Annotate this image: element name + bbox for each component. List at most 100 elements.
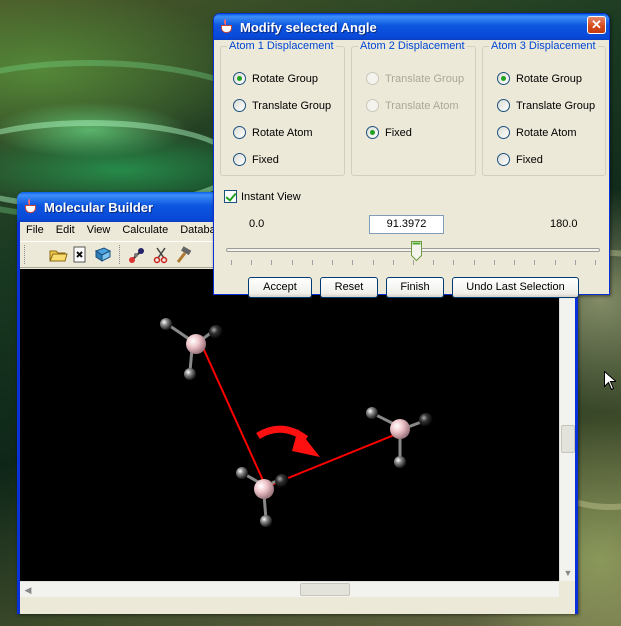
- instant-view-checkbox[interactable]: [224, 190, 237, 203]
- close-button[interactable]: ✕: [587, 16, 606, 34]
- hammer-icon[interactable]: [174, 245, 194, 265]
- atom1-rotate-atom-label: Rotate Atom: [252, 126, 313, 139]
- atom1-fixed-radio[interactable]: [233, 153, 246, 166]
- slider-tick: [372, 260, 374, 265]
- menu-calculate[interactable]: Calculate: [116, 222, 174, 241]
- atom3-fixed-radio[interactable]: [497, 153, 510, 166]
- horizontal-scroll-thumb[interactable]: [300, 583, 350, 596]
- atom1-group-title: Atom 1 Displacement: [227, 40, 336, 52]
- atom1-translate-group-option[interactable]: Translate Group: [233, 99, 331, 112]
- atom3-rotate-atom-radio[interactable]: [497, 126, 510, 139]
- slider-tick: [453, 260, 455, 265]
- molecule-canvas[interactable]: [20, 269, 559, 581]
- molecule-icon[interactable]: [127, 245, 147, 265]
- slider-tick: [251, 260, 253, 265]
- atom1-fixed-option[interactable]: Fixed: [233, 153, 279, 166]
- slider-tick: [514, 260, 516, 265]
- atom3-displacement-group: Atom 3 Displacement Rotate Group Transla…: [482, 40, 606, 176]
- angle-slider-thumb[interactable]: [410, 241, 422, 262]
- window-title: Molecular Builder: [44, 199, 154, 215]
- atom2-translate-group-label: Translate Group: [385, 72, 465, 85]
- dialog-title: Modify selected Angle: [240, 19, 377, 35]
- toolbar-separator: [119, 245, 122, 264]
- horizontal-scrollbar[interactable]: ◀: [20, 581, 559, 597]
- atom1-translate-group-label: Translate Group: [252, 99, 332, 112]
- atom2-translate-group-option: Translate Group: [366, 72, 464, 85]
- menu-view[interactable]: View: [81, 222, 117, 241]
- modify-angle-dialog: Modify selected Angle ✕ Atom 1 Displacem…: [213, 13, 610, 298]
- accept-button[interactable]: Accept: [248, 277, 312, 298]
- scissors-icon[interactable]: [151, 245, 171, 265]
- dialog-body: Atom 1 Displacement Rotate Group Transla…: [217, 40, 606, 298]
- vertical-scrollbar[interactable]: ▼: [559, 269, 575, 581]
- dialog-titlebar[interactable]: Modify selected Angle ✕: [214, 14, 609, 40]
- atom2-fixed-radio[interactable]: [366, 126, 379, 139]
- slider-tick: [271, 260, 273, 265]
- menu-edit[interactable]: Edit: [50, 222, 81, 241]
- slider-max-label: 180.0: [550, 218, 578, 230]
- undo-last-selection-button[interactable]: Undo Last Selection: [452, 277, 579, 298]
- menu-file[interactable]: File: [20, 222, 50, 241]
- slider-tick: [574, 260, 576, 265]
- reset-button[interactable]: Reset: [320, 277, 378, 298]
- instant-view-option[interactable]: Instant View: [224, 190, 301, 203]
- slider-tick: [291, 260, 293, 265]
- atom3-fixed-label: Fixed: [516, 153, 543, 166]
- slider-tick: [311, 260, 313, 265]
- atom2-translate-atom-label: Translate Atom: [385, 99, 459, 112]
- slider-tick: [352, 260, 354, 265]
- toolbar-grip[interactable]: [24, 245, 27, 264]
- atom1-rotate-group-radio[interactable]: [233, 72, 246, 85]
- close-icon: ✕: [591, 17, 602, 32]
- atom3-translate-group-radio[interactable]: [497, 99, 510, 112]
- slider-tick: [332, 260, 334, 265]
- slider-tick: [493, 260, 495, 265]
- atom3-translate-group-label: Translate Group: [516, 99, 596, 112]
- atom1-fixed-label: Fixed: [252, 153, 279, 166]
- slider-tick: [595, 260, 596, 265]
- atom3-rotate-group-label: Rotate Group: [516, 72, 583, 85]
- slider-tick: [413, 260, 414, 265]
- slider-tick: [231, 260, 232, 265]
- scroll-down-icon[interactable]: ▼: [560, 565, 576, 581]
- atom2-translate-atom-option: Translate Atom: [366, 99, 459, 112]
- scroll-left-icon[interactable]: ◀: [20, 582, 36, 598]
- slider-tick: [534, 260, 536, 265]
- atom3-rotate-group-radio[interactable]: [497, 72, 510, 85]
- bond-line-1[interactable]: [199, 340, 267, 488]
- atom3-rotate-atom-label: Rotate Atom: [516, 126, 577, 139]
- atom2-group-title: Atom 2 Displacement: [358, 40, 467, 52]
- atom3-group-title: Atom 3 Displacement: [489, 40, 598, 52]
- methyl-group-2[interactable]: [236, 467, 289, 527]
- finish-button[interactable]: Finish: [386, 277, 444, 298]
- atom1-rotate-group-option[interactable]: Rotate Group: [233, 72, 318, 85]
- atom2-fixed-option[interactable]: Fixed: [366, 126, 412, 139]
- atom3-rotate-group-option[interactable]: Rotate Group: [497, 72, 582, 85]
- atom3-rotate-atom-option[interactable]: Rotate Atom: [497, 126, 577, 139]
- molecule-view[interactable]: [20, 269, 559, 581]
- slider-tick: [433, 260, 435, 265]
- atom1-displacement-group: Atom 1 Displacement Rotate Group Transla…: [220, 40, 345, 176]
- atom1-rotate-group-label: Rotate Group: [252, 72, 319, 85]
- open-folder-icon[interactable]: [48, 245, 68, 265]
- methyl-group-3[interactable]: [366, 407, 433, 468]
- vertical-scroll-thumb[interactable]: [561, 425, 575, 453]
- slider-tick: [473, 260, 475, 265]
- atom1-translate-group-radio[interactable]: [233, 99, 246, 112]
- atom2-displacement-group: Atom 2 Displacement Translate Group Tran…: [351, 40, 476, 176]
- slider-min-label: 0.0: [249, 218, 265, 230]
- atom3-translate-group-option[interactable]: Translate Group: [497, 99, 595, 112]
- book-icon[interactable]: [93, 245, 113, 265]
- atom2-translate-atom-radio: [366, 99, 379, 112]
- angle-value-field[interactable]: 91.3972: [369, 215, 444, 234]
- close-document-icon[interactable]: [70, 245, 90, 265]
- slider-tick: [554, 260, 556, 265]
- java-icon: [23, 199, 39, 215]
- java-icon: [219, 19, 235, 35]
- atom3-fixed-option[interactable]: Fixed: [497, 153, 543, 166]
- atom1-rotate-atom-radio[interactable]: [233, 126, 246, 139]
- slider-tick: [392, 260, 394, 265]
- atom2-fixed-label: Fixed: [385, 126, 412, 139]
- atom1-rotate-atom-option[interactable]: Rotate Atom: [233, 126, 313, 139]
- instant-view-label: Instant View: [241, 190, 301, 203]
